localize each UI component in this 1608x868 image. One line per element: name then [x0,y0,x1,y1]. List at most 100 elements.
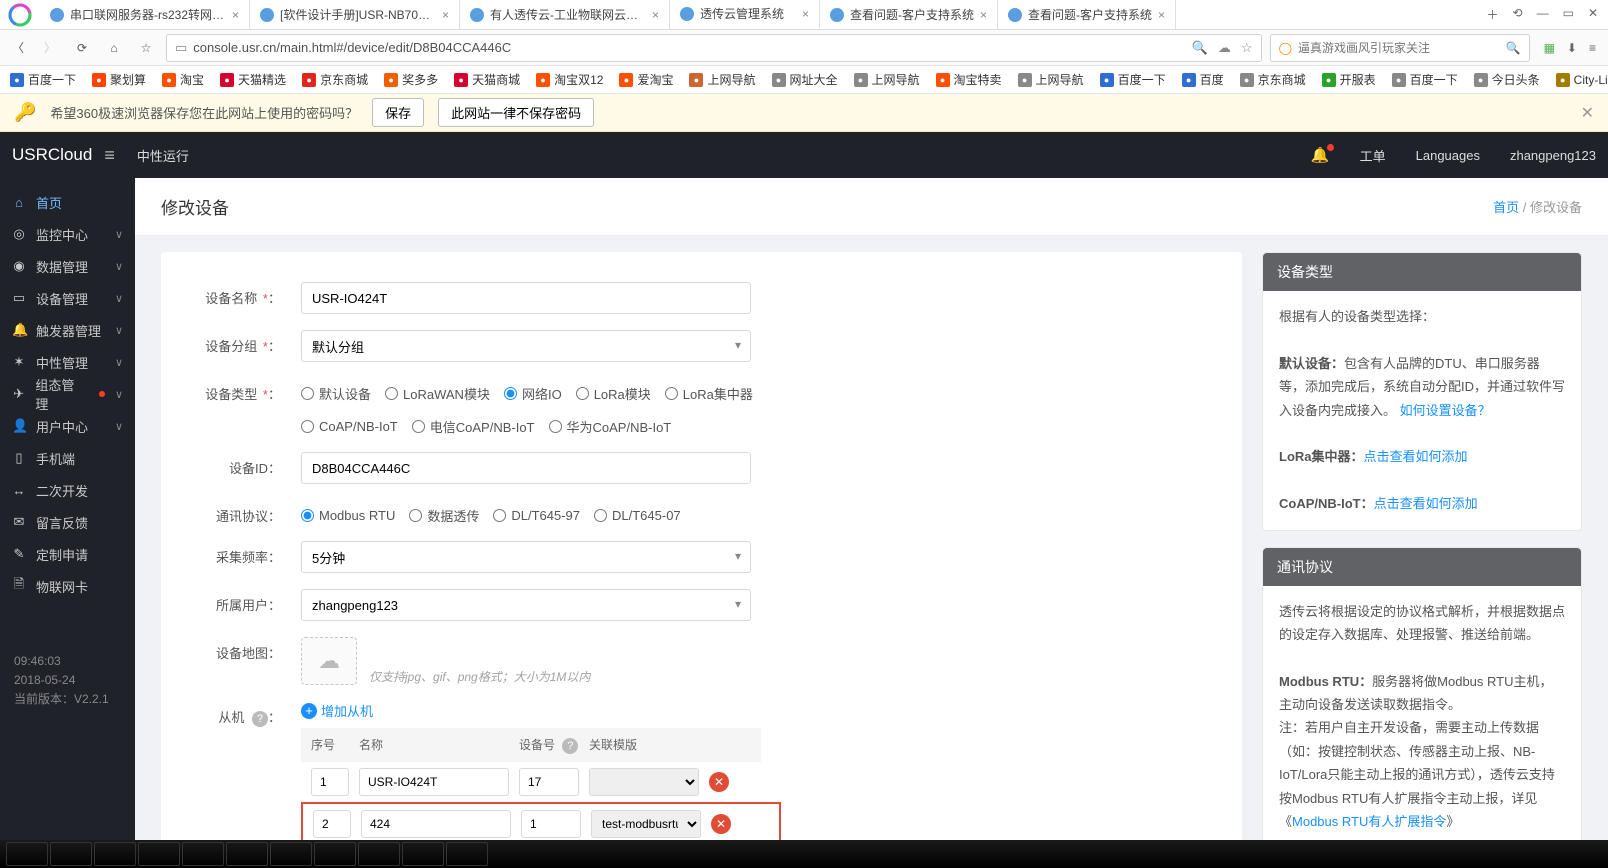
bookmark-item[interactable]: ●爱淘宝 [615,69,677,90]
downloads-icon[interactable]: ⬇ [1567,41,1577,55]
sidebar-item[interactable]: ✶中性管理∨ [0,346,135,378]
device-type-option[interactable]: CoAP/NB-IoT [301,417,398,436]
translate-icon[interactable]: ☁ [1218,40,1231,56]
bookmark-item[interactable]: ●天猫精选 [216,69,290,90]
minimize-button[interactable]: — [1537,6,1549,23]
save-password-button[interactable]: 保存 [372,98,424,127]
close-window-button[interactable]: ✕ [1588,6,1598,23]
protocol-option[interactable]: Modbus RTU [301,506,395,525]
protocol-option[interactable]: DL/T645-07 [594,506,681,525]
sidebar-item[interactable]: ▯手机端 [0,442,135,474]
help-icon[interactable]: ? [562,738,578,754]
tab-close-icon[interactable]: × [652,8,659,22]
menu-icon[interactable]: ≡ [1589,41,1596,55]
tab-close-icon[interactable]: × [1158,8,1165,22]
bookmark-item[interactable]: ●开服表 [1318,69,1380,90]
search-engine-icon[interactable]: ◯ [1279,41,1292,55]
bookmark-item[interactable]: ●百度一下 [1388,69,1462,90]
device-type-option[interactable]: 电信CoAP/NB-IoT [412,417,535,436]
sidebar-item[interactable]: 👤用户中心∨ [0,410,135,442]
protocol-option[interactable]: DL/T645-97 [493,506,580,525]
sidebar-item[interactable]: ◉数据管理∨ [0,250,135,282]
sidebar-item[interactable]: ✉留言反馈 [0,506,135,538]
sidebar-toggle[interactable]: ≡ [104,145,115,166]
bookmark-item[interactable]: ●淘宝特卖 [932,69,1006,90]
tab-close-icon[interactable]: × [802,7,809,21]
bookmark-item[interactable]: ●天猫商城 [450,69,524,90]
bookmark-item[interactable]: ●淘宝 [158,69,208,90]
extensions-icon[interactable]: ▦ [1544,41,1555,55]
new-tab-button[interactable]: ＋ [1487,6,1499,23]
bookmark-item[interactable]: ●百度一下 [6,69,80,90]
sidebar-item[interactable]: 🔔触发器管理∨ [0,314,135,346]
add-slave-button[interactable]: + 增加从机 [301,701,821,720]
bookmark-item[interactable]: ●City-Link Ex [1552,71,1608,89]
reload-button[interactable]: ⟳ [70,36,94,60]
user-menu[interactable]: zhangpeng123 [1510,148,1596,163]
sidebar-item[interactable]: ⌂首页 [0,186,135,218]
lora-howto-link[interactable]: 点击查看如何添加 [1364,449,1468,464]
favorite-icon[interactable]: ☆ [1241,40,1253,56]
device-type-option[interactable]: LoRa模块 [576,384,651,403]
browser-tab[interactable]: [软件设计手册]USR-NB700V2...× [250,0,460,29]
never-save-password-button[interactable]: 此网站一律不保存密码 [438,98,594,127]
bookmark-item[interactable]: ●京东商城 [1236,69,1310,90]
sidebar-item[interactable]: ▭设备管理∨ [0,282,135,314]
bookmark-item[interactable]: ●百度一下 [1096,69,1170,90]
delete-slave-button[interactable]: ✕ [711,814,731,834]
search-in-address-icon[interactable]: 🔍 [1192,40,1208,56]
slave-name-input[interactable] [359,768,509,796]
sample-frequency-select[interactable] [301,541,751,573]
back-button[interactable]: 〈 [6,36,30,60]
search-input[interactable] [1298,41,1500,55]
infobar-close-button[interactable]: ✕ [1581,103,1594,123]
howto-setup-link[interactable]: 如何设置设备？ [1400,403,1491,418]
search-box[interactable]: ◯ 🔍 [1270,34,1530,62]
browser-tab[interactable]: 查看问题-客户支持系统× [998,0,1176,29]
forward-button[interactable]: 〉 [38,36,62,60]
sidebar-item[interactable]: ◎监控中心∨ [0,218,135,250]
bookmark-item[interactable]: ●网址大全 [768,69,842,90]
slave-seq-input[interactable] [311,768,349,796]
undo-close-button[interactable]: ⟲ [1513,6,1523,23]
bookmark-item[interactable]: ●聚划算 [88,69,150,90]
tickets-link[interactable]: 工单 [1360,146,1386,165]
slave-template-select[interactable]: test-modbusrtu [591,810,701,838]
device-id-input[interactable] [301,452,751,484]
sidebar-item[interactable]: ✈组态管理∨ [0,378,135,410]
home-button[interactable]: ⌂ [102,36,126,60]
bookmark-button[interactable]: ☆ [134,36,158,60]
slave-devid-input[interactable] [521,810,581,838]
device-group-select[interactable] [301,330,751,362]
language-selector[interactable]: Languages [1416,148,1480,163]
slave-name-input[interactable] [361,810,511,838]
device-name-input[interactable] [301,282,751,314]
device-type-option[interactable]: 华为CoAP/NB-IoT [549,417,672,436]
tab-close-icon[interactable]: × [980,8,987,22]
browser-tab[interactable]: 有人透传云-工业物联网云平台...× [460,0,670,29]
device-type-option[interactable]: LoRaWAN模块 [385,384,490,403]
browser-tab[interactable]: 串口联网服务器-rs232转网络-× [40,0,250,29]
browser-tab[interactable]: 查看问题-客户支持系统× [820,0,998,29]
slave-devid-input[interactable] [519,768,579,796]
slave-template-select[interactable] [589,768,699,796]
bookmark-item[interactable]: ●上网导航 [1014,69,1088,90]
search-icon[interactable]: 🔍 [1506,41,1521,55]
protocol-option[interactable]: 数据透传 [409,506,479,525]
tab-close-icon[interactable]: × [232,8,239,22]
bookmark-item[interactable]: ●上网导航 [685,69,759,90]
device-type-option[interactable]: LoRa集中器 [665,384,753,403]
delete-slave-button[interactable]: ✕ [709,772,729,792]
maximize-button[interactable]: ▭ [1563,6,1574,23]
bookmark-item[interactable]: ●奖多多 [380,69,442,90]
site-info-icon[interactable]: ▭ [175,40,187,56]
os-taskbar[interactable] [0,840,1608,868]
notifications-icon[interactable]: 🔔 [1311,146,1330,164]
bookmark-item[interactable]: ●淘宝双12 [532,69,607,90]
device-type-option[interactable]: 默认设备 [301,384,371,403]
bookmark-item[interactable]: ●京东商城 [298,69,372,90]
browser-tab[interactable]: 透传云管理系统× [670,0,820,29]
sidebar-item[interactable]: ↔二次开发 [0,474,135,506]
tab-close-icon[interactable]: × [442,8,449,22]
sidebar-item[interactable]: ✎定制申请 [0,538,135,570]
